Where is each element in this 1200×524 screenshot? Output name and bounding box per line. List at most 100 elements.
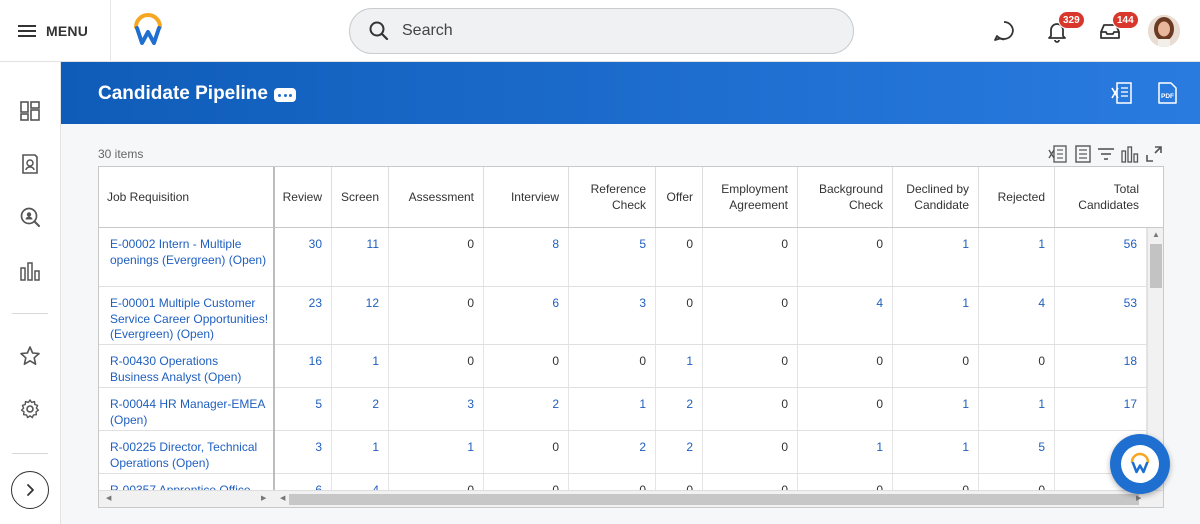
count-link[interactable]: 30 bbox=[309, 237, 322, 251]
count-link[interactable]: 1 bbox=[1038, 397, 1045, 411]
count-link[interactable]: 1 bbox=[686, 354, 693, 368]
chart-icon[interactable] bbox=[19, 260, 41, 282]
count-cell: 2 bbox=[569, 431, 656, 473]
count-cell: 23 bbox=[274, 287, 332, 344]
column-header[interactable]: Screen bbox=[332, 167, 389, 227]
count-value: 0 bbox=[962, 354, 969, 368]
search-people-icon[interactable] bbox=[19, 206, 41, 228]
menu-button[interactable]: MENU bbox=[18, 19, 88, 43]
star-icon[interactable] bbox=[19, 345, 41, 367]
count-link[interactable]: 8 bbox=[552, 237, 559, 251]
count-link[interactable]: 18 bbox=[1124, 354, 1137, 368]
column-header[interactable]: Declined by Candidate bbox=[893, 167, 979, 227]
count-link[interactable]: 1 bbox=[1038, 237, 1045, 251]
column-header[interactable]: Background Check bbox=[798, 167, 893, 227]
job-requisition-link[interactable]: R-00225 Director, Technical Operations (… bbox=[110, 440, 257, 470]
columns-icon[interactable] bbox=[1073, 144, 1093, 164]
count-link[interactable]: 3 bbox=[467, 397, 474, 411]
table-row: E-00002 Intern - Multiple openings (Ever… bbox=[99, 228, 1147, 287]
count-link[interactable]: 4 bbox=[1038, 296, 1045, 310]
job-requisition-link[interactable]: E-00002 Intern - Multiple openings (Ever… bbox=[110, 237, 266, 267]
column-header[interactable]: Job Requisition bbox=[99, 167, 274, 227]
count-link[interactable]: 2 bbox=[686, 397, 693, 411]
related-actions-button[interactable] bbox=[274, 88, 296, 102]
count-link[interactable]: 5 bbox=[1038, 440, 1045, 454]
count-cell: 16 bbox=[274, 345, 332, 387]
avatar[interactable] bbox=[1148, 15, 1180, 47]
count-cell: 0 bbox=[656, 287, 703, 344]
excel-export-icon[interactable] bbox=[1048, 144, 1068, 164]
count-value: 0 bbox=[467, 354, 474, 368]
directory-icon[interactable] bbox=[19, 153, 41, 175]
search-input[interactable] bbox=[402, 22, 802, 40]
count-link[interactable]: 1 bbox=[467, 440, 474, 454]
count-link[interactable]: 6 bbox=[552, 296, 559, 310]
count-link[interactable]: 3 bbox=[315, 440, 322, 454]
count-link[interactable]: 56 bbox=[1124, 237, 1137, 251]
count-cell: 1 bbox=[893, 228, 979, 286]
count-link[interactable]: 1 bbox=[962, 296, 969, 310]
count-link[interactable]: 4 bbox=[876, 296, 883, 310]
column-header[interactable]: Reference Check bbox=[569, 167, 656, 227]
count-link[interactable]: 2 bbox=[639, 440, 646, 454]
count-cell: 3 bbox=[389, 388, 484, 430]
count-link[interactable]: 2 bbox=[686, 440, 693, 454]
column-header[interactable]: Interview bbox=[484, 167, 569, 227]
count-link[interactable]: 1 bbox=[372, 440, 379, 454]
count-cell: 8 bbox=[484, 228, 569, 286]
horizontal-scrollbar[interactable]: ◀ ▶ ◀ ▶ bbox=[99, 490, 1163, 507]
count-cell: 2 bbox=[332, 388, 389, 430]
count-link[interactable]: 1 bbox=[876, 440, 883, 454]
filter-icon[interactable] bbox=[1096, 144, 1116, 164]
count-link[interactable]: 5 bbox=[639, 237, 646, 251]
column-header[interactable]: Assessment bbox=[389, 167, 484, 227]
help-assistant-button[interactable] bbox=[1110, 434, 1170, 494]
column-header[interactable]: Offer bbox=[656, 167, 703, 227]
job-requisition-cell: R-00225 Director, Technical Operations (… bbox=[99, 431, 274, 473]
count-link[interactable]: 5 bbox=[315, 397, 322, 411]
column-header[interactable]: Total Candidates bbox=[1055, 167, 1148, 227]
count-cell: 0 bbox=[484, 345, 569, 387]
count-link[interactable]: 12 bbox=[366, 296, 379, 310]
count-link[interactable]: 17 bbox=[1124, 397, 1137, 411]
job-requisition-link[interactable]: R-00430 Operations Business Analyst (Ope… bbox=[110, 354, 241, 384]
expand-sidebar-button[interactable] bbox=[11, 471, 49, 509]
count-link[interactable]: 3 bbox=[639, 296, 646, 310]
hamburger-icon bbox=[18, 24, 36, 38]
job-requisition-link[interactable]: E-00001 Multiple Customer Service Career… bbox=[110, 296, 268, 341]
count-cell: 1 bbox=[979, 388, 1055, 430]
workday-logo[interactable] bbox=[131, 13, 165, 47]
count-cell: 2 bbox=[656, 431, 703, 473]
dashboard-icon[interactable] bbox=[19, 100, 41, 122]
column-header[interactable]: Employment Agreement bbox=[703, 167, 798, 227]
fullscreen-icon[interactable] bbox=[1144, 144, 1164, 164]
count-link[interactable]: 1 bbox=[962, 237, 969, 251]
count-link[interactable]: 16 bbox=[309, 354, 322, 368]
count-cell: 0 bbox=[798, 345, 893, 387]
count-cell: 1 bbox=[332, 431, 389, 473]
count-link[interactable]: 2 bbox=[552, 397, 559, 411]
count-link[interactable]: 1 bbox=[372, 354, 379, 368]
sidebar-divider bbox=[12, 453, 48, 454]
count-cell: 1 bbox=[656, 345, 703, 387]
count-cell: 2 bbox=[656, 388, 703, 430]
count-link[interactable]: 2 bbox=[372, 397, 379, 411]
count-link[interactable]: 53 bbox=[1124, 296, 1137, 310]
count-link[interactable]: 1 bbox=[962, 440, 969, 454]
column-header[interactable]: Review bbox=[274, 167, 332, 227]
count-link[interactable]: 23 bbox=[309, 296, 322, 310]
table-row: R-00430 Operations Business Analyst (Ope… bbox=[99, 345, 1147, 388]
count-link[interactable]: 11 bbox=[367, 237, 379, 251]
count-cell: 0 bbox=[389, 345, 484, 387]
job-requisition-link[interactable]: R-00044 HR Manager-EMEA (Open) bbox=[110, 397, 265, 427]
pdf-export-icon[interactable]: PDF bbox=[1156, 81, 1178, 105]
count-link[interactable]: 1 bbox=[639, 397, 646, 411]
column-header[interactable]: Rejected bbox=[979, 167, 1055, 227]
count-link[interactable]: 1 bbox=[962, 397, 969, 411]
count-cell: 5 bbox=[274, 388, 332, 430]
chart-icon[interactable] bbox=[1120, 144, 1140, 164]
excel-export-icon[interactable] bbox=[1111, 81, 1133, 105]
settings-icon[interactable] bbox=[19, 398, 41, 420]
chat-bubble-icon[interactable] bbox=[991, 18, 1017, 44]
search-bar[interactable] bbox=[349, 8, 854, 54]
